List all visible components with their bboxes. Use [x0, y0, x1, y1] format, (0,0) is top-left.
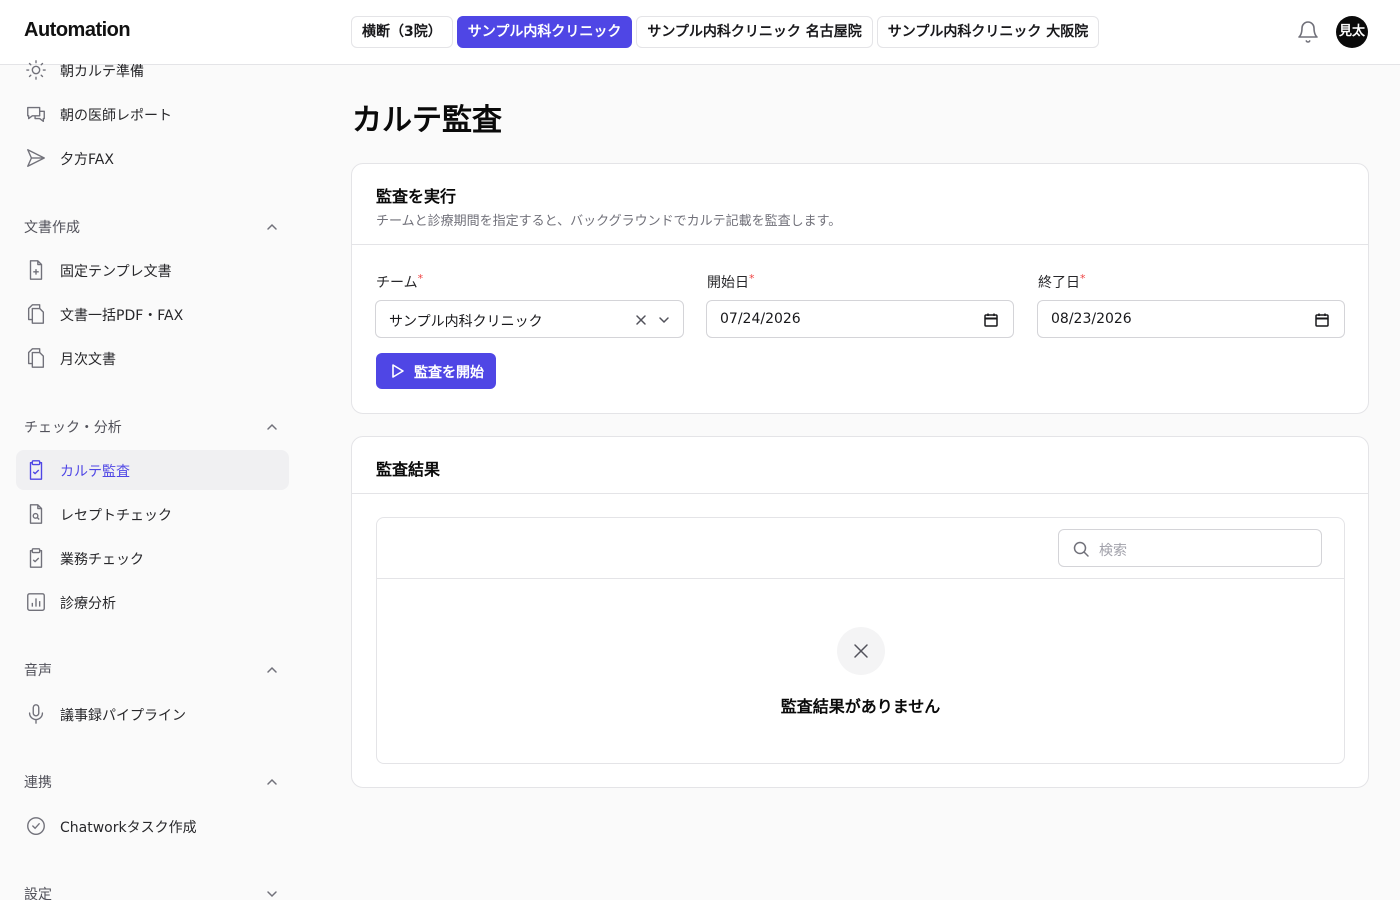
sidebar-item-label: カルテ監査 [60, 464, 130, 480]
sidebar-item-label: 朝の医師レポート [60, 108, 172, 124]
play-icon [392, 364, 404, 378]
start-audit-button[interactable]: 監査を開始 [376, 353, 496, 389]
chevron-up-icon [267, 778, 277, 785]
section-audio[interactable]: 音声 [24, 660, 280, 680]
results-table: 検索 監査結果がありません [376, 517, 1345, 764]
sidebar-item-label: 固定テンプレ文書 [60, 264, 172, 280]
file-search-icon [29, 504, 43, 524]
files-icon [27, 304, 45, 324]
sidebar-item-bulk-pdf-fax[interactable]: 文書一括PDF・FAX [16, 294, 289, 334]
calendar-icon[interactable] [983, 312, 999, 328]
check-circle-icon [27, 817, 45, 835]
required-mark: * [417, 272, 424, 285]
chevron-down-icon [267, 891, 277, 898]
sidebar-item-evening-fax[interactable]: 夕方FAX [16, 138, 289, 178]
required-mark: * [1080, 272, 1086, 285]
sidebar-item-chart-audit[interactable]: カルテ監査 [16, 450, 289, 490]
close-icon [854, 644, 868, 658]
team-tab-all[interactable]: 横断（3院） [351, 16, 453, 48]
search-placeholder: 検索 [1099, 543, 1127, 559]
chevron-up-icon [267, 423, 277, 430]
divider [352, 244, 1368, 245]
sidebar-item-label: 月次文書 [60, 352, 116, 368]
sidebar-item-work-check[interactable]: 業務チェック [16, 538, 289, 578]
sidebar-item-fixed-template[interactable]: 固定テンプレ文書 [16, 250, 289, 290]
sidebar-item-morning-chart[interactable]: 朝カルテ準備 [16, 50, 289, 90]
sidebar-item-label: 文書一括PDF・FAX [60, 308, 184, 324]
sidebar: 朝カルテ準備 朝の医師レポート 夕方FAX 文書作成 固定テンプレ文書 文書一括… [0, 60, 300, 900]
start-date-value: 07/24/2026 [720, 311, 801, 327]
team-switcher: 横断（3院） サンプル内科クリニック サンプル内科クリニック 名古屋院 サンプル… [351, 16, 1100, 48]
sidebar-item-label: 朝カルテ準備 [60, 64, 144, 80]
sidebar-item-receipt-check[interactable]: レセプトチェック [16, 494, 289, 534]
clipboard-check-icon [29, 460, 43, 480]
card-title: 監査結果 [376, 460, 441, 479]
start-audit-label: 監査を開始 [414, 365, 484, 381]
empty-state-icon [837, 627, 885, 675]
section-check-analysis[interactable]: チェック・分析 [24, 417, 280, 437]
start-date-input[interactable]: 07/24/2026 [706, 300, 1014, 338]
sidebar-item-minutes-pipeline[interactable]: 議事録パイプライン [16, 694, 289, 734]
divider [377, 578, 1344, 579]
section-settings[interactable]: 設定 [24, 884, 280, 900]
sidebar-item-clinical-analysis[interactable]: 診療分析 [16, 582, 289, 622]
bar-chart-icon [27, 593, 45, 611]
sidebar-item-chatwork-task[interactable]: Chatworkタスク作成 [16, 806, 289, 846]
chat-icon [27, 106, 45, 123]
card-description: チームと診療期間を指定すると、バックグラウンドでカルテ記載を監査します。 [376, 214, 842, 229]
sun-icon [26, 60, 46, 80]
file-plus-icon [29, 260, 43, 280]
clear-icon[interactable] [634, 313, 648, 327]
files-icon [27, 348, 45, 368]
card-title: 監査を実行 [376, 187, 457, 206]
team-label: チーム* [376, 272, 424, 291]
section-integration[interactable]: 連携 [24, 772, 280, 792]
section-label: 連携 [24, 775, 52, 791]
search-input[interactable]: 検索 [1058, 529, 1322, 567]
section-label: 音声 [24, 663, 52, 679]
start-date-label: 開始日* [707, 272, 755, 291]
section-label: 文書作成 [24, 220, 80, 236]
sidebar-item-label: 診療分析 [60, 596, 116, 612]
divider [352, 493, 1368, 494]
team-select[interactable]: サンプル内科クリニック [375, 300, 684, 338]
clipboard-check-icon [29, 548, 43, 568]
team-select-value: サンプル内科クリニック [389, 314, 543, 330]
mic-icon [28, 704, 44, 724]
run-audit-card: 監査を実行 チームと診療期間を指定すると、バックグラウンドでカルテ記載を監査しま… [351, 163, 1369, 414]
section-documents[interactable]: 文書作成 [24, 217, 280, 237]
end-date-input[interactable]: 08/23/2026 [1037, 300, 1345, 338]
bell-icon[interactable] [1296, 20, 1320, 44]
chevron-up-icon [267, 666, 277, 673]
empty-state-text: 監査結果がありません [780, 697, 941, 716]
user-avatar[interactable]: 見太 [1336, 16, 1368, 48]
section-label: チェック・分析 [24, 420, 122, 436]
sidebar-item-label: Chatworkタスク作成 [60, 820, 197, 836]
section-label: 設定 [24, 887, 52, 900]
end-date-label: 終了日* [1038, 272, 1086, 291]
calendar-icon[interactable] [1314, 312, 1330, 328]
search-icon [1073, 541, 1089, 557]
send-icon [27, 149, 45, 167]
sidebar-item-label: 議事録パイプライン [60, 708, 186, 724]
chevron-up-icon [267, 223, 277, 230]
team-tab-osaka[interactable]: サンプル内科クリニック 大阪院 [876, 16, 1100, 48]
sidebar-item-doctor-report[interactable]: 朝の医師レポート [16, 94, 289, 134]
required-mark: * [749, 272, 755, 285]
audit-results-card: 監査結果 検索 監査結果がありません [351, 436, 1369, 788]
page-title: カルテ監査 [352, 103, 502, 138]
chevron-down-icon[interactable] [657, 313, 671, 327]
sidebar-item-label: 業務チェック [60, 552, 144, 568]
team-tab-nagoya[interactable]: サンプル内科クリニック 名古屋院 [636, 16, 873, 48]
app-title: Automation [24, 19, 131, 41]
end-date-value: 08/23/2026 [1051, 311, 1132, 327]
sidebar-item-monthly-docs[interactable]: 月次文書 [16, 338, 289, 378]
sidebar-item-label: レセプトチェック [60, 508, 172, 524]
sidebar-item-label: 夕方FAX [60, 152, 114, 168]
team-tab-main[interactable]: サンプル内科クリニック [456, 16, 633, 48]
